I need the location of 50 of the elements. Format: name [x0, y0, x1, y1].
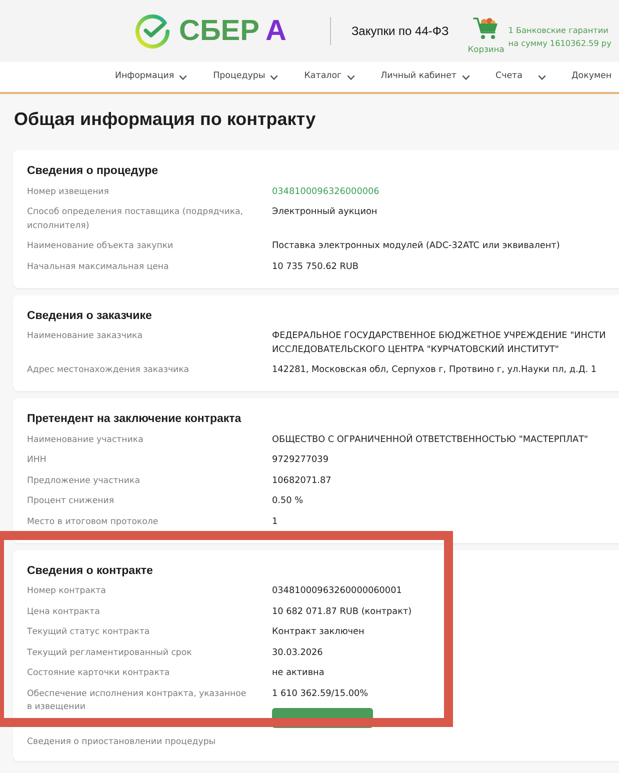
- field-value: 1: [272, 516, 278, 528]
- field-value: 9729277039: [272, 454, 328, 467]
- field-value: Контракт заключен: [272, 626, 364, 639]
- suspension-info-link[interactable]: Сведения о приостановлении процедуры: [27, 736, 216, 749]
- nav-menu-item[interactable]: Личный кабинет: [380, 65, 470, 89]
- procurement-law-title: Закупки по 44-ФЗ: [351, 23, 449, 39]
- field-value: 0.50 %: [272, 495, 304, 508]
- nav-menu-item[interactable]: Каталог: [304, 65, 355, 89]
- field-label: Наименование заказчика: [27, 330, 144, 343]
- field-label: Состояние карточки контракта: [27, 667, 171, 680]
- field-label: Процент снижения: [27, 495, 115, 508]
- field-value: 142281, Московская обл, Серпухов г, Протвино г, ул.Науки пл, д.Д. 1: [272, 364, 597, 377]
- field-label: Наименование участника: [27, 434, 144, 446]
- field-value: 10 682 071.87 RUB (контракт): [272, 606, 412, 618]
- nav-menu-item[interactable]: Докумен: [572, 65, 619, 89]
- card-heading: Сведения о контракте: [27, 564, 153, 578]
- field-label: Начальная максимальная цена: [27, 260, 170, 274]
- nav-menu-item[interactable]: Процедуры: [213, 65, 278, 89]
- field-value: 30.03.2026: [272, 646, 323, 660]
- card-heading: Сведения о процедуре: [27, 164, 158, 179]
- cart-icon: [473, 17, 500, 40]
- field-value: 03481000963260000060001: [272, 585, 402, 598]
- field-value: Поставка электронных модулей (ADC-32ATC или эквивалент): [272, 240, 560, 253]
- field-label: Наименование объекта закупки: [27, 240, 174, 253]
- field-label: Номер контракта: [27, 585, 107, 598]
- card-heading: Сведения о заказчике: [27, 308, 152, 324]
- nav-menu-item[interactable]: Счета: [496, 65, 546, 89]
- field-value: Электронный аукцион: [272, 206, 378, 219]
- field-label: Номер извещения: [27, 186, 110, 198]
- logo-wordmark: СБЕР: [179, 14, 260, 48]
- field-label: Способ определения поставщика (подрядчика, исполнителя): [27, 206, 244, 232]
- field-label: Адрес местонахождения заказчика: [27, 364, 190, 377]
- field-value: 1 610 362.59/15.00%: [272, 688, 368, 700]
- field-label: Предложение участника: [27, 474, 141, 488]
- field-label: Текущий статус контракта: [27, 626, 151, 639]
- page-title: Общая информация по контракту: [14, 108, 316, 131]
- field-value: не активна: [272, 667, 324, 680]
- field-label: Цена контракта: [27, 606, 101, 618]
- field-label: ИНН: [27, 454, 48, 467]
- card-heading: Претендент на заключение контракта: [27, 412, 242, 427]
- field-value: ОБЩЕСТВО С ОГРАНИЧЕННОЙ ОТВЕТСТВЕННОСТЬЮ "МАСТЕРПЛАТ": [272, 434, 588, 446]
- field-label: Обеспечение исполнения контракта, указанное в извещении: [27, 688, 248, 714]
- logo-letter: А: [265, 14, 286, 48]
- field-label: Место в итоговом протоколе: [27, 516, 160, 528]
- field-value: ФЕДЕРАЛЬНОЕ ГОСУДАРСТВЕННОЕ БЮДЖЕТНОЕ УЧРЕЖДЕНИЕ "ИНСТИ ИССЛЕДОВАТЕЛЬСКОГО ЦЕНТРА "КУРЧАТОВСКИЙ ИНСТИТУТ": [272, 330, 606, 356]
- field-value: 10 735 750.62 RUB: [272, 260, 359, 274]
- field-label: Текущий регламентированный срок: [27, 646, 193, 660]
- field-value: 10682071.87: [272, 474, 332, 488]
- check-ring-icon: [135, 14, 170, 48]
- nav-menu-item[interactable]: Информация: [115, 65, 188, 89]
